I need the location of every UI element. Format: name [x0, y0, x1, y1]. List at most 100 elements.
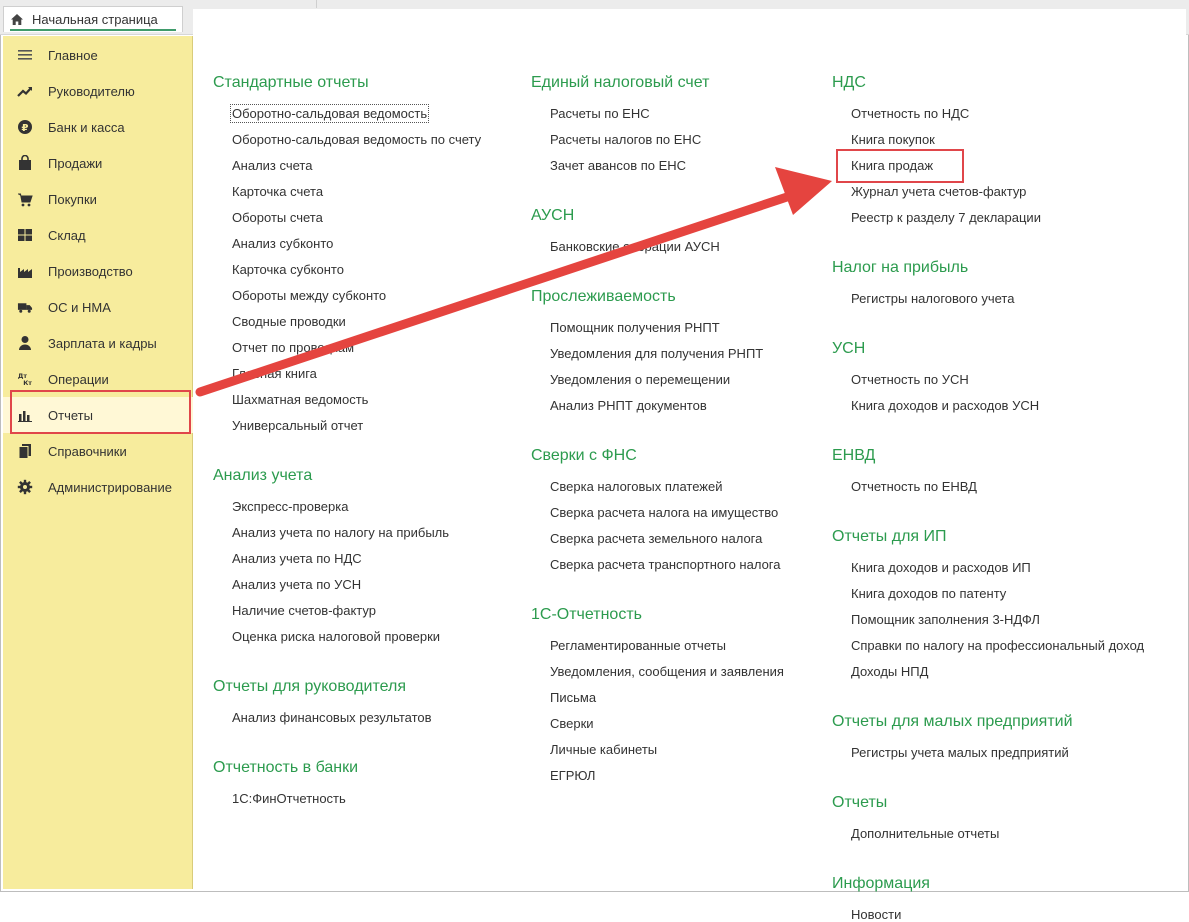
- section-title: Стандартные отчеты: [213, 74, 369, 91]
- home-tab[interactable]: Начальная страница: [3, 6, 183, 32]
- cart-icon: [17, 191, 33, 207]
- report-link[interactable]: Зачет авансов по ЕНС: [550, 158, 686, 173]
- report-link[interactable]: Письма: [550, 690, 596, 705]
- sidebar-item-1[interactable]: Руководителю: [3, 73, 193, 109]
- report-link[interactable]: Отчетность по НДС: [851, 106, 969, 121]
- sidebar-item-label: Покупки: [48, 192, 97, 207]
- report-link[interactable]: Анализ учета по УСН: [232, 577, 361, 592]
- report-link[interactable]: Книга доходов и расходов УСН: [851, 398, 1039, 413]
- section-title: АУСН: [531, 207, 575, 224]
- report-link[interactable]: Новости: [851, 907, 901, 922]
- report-link[interactable]: Личные кабинеты: [550, 742, 657, 757]
- report-link[interactable]: ЕГРЮЛ: [550, 768, 595, 783]
- report-link[interactable]: Уведомления о перемещении: [550, 372, 730, 387]
- report-link[interactable]: Анализ РНПТ документов: [550, 398, 707, 413]
- report-link[interactable]: Шахматная ведомость: [232, 392, 368, 407]
- sidebar-item-12[interactable]: Администрирование: [3, 469, 193, 505]
- report-link[interactable]: Анализ субконто: [232, 236, 333, 251]
- sidebar-item-label: Склад: [48, 228, 86, 243]
- report-link[interactable]: Анализ учета по НДС: [232, 551, 362, 566]
- report-link[interactable]: Книга покупок: [851, 132, 935, 147]
- truck-icon: [17, 299, 33, 315]
- report-link[interactable]: Книга продаж: [851, 158, 933, 173]
- report-link[interactable]: Универсальный отчет: [232, 418, 363, 433]
- sidebar-item-0[interactable]: Главное: [3, 37, 193, 73]
- report-link[interactable]: Сводные проводки: [232, 314, 346, 329]
- report-link[interactable]: Журнал учета счетов-фактур: [851, 184, 1026, 199]
- report-link[interactable]: Помощник заполнения 3-НДФЛ: [851, 612, 1040, 627]
- report-link[interactable]: Карточка субконто: [232, 262, 344, 277]
- report-link[interactable]: Дополнительные отчеты: [851, 826, 999, 841]
- report-link[interactable]: Расчеты налогов по ЕНС: [550, 132, 701, 147]
- report-link[interactable]: Сверка налоговых платежей: [550, 479, 723, 494]
- section-title: Отчеты для ИП: [832, 528, 947, 545]
- gear-icon: [17, 479, 33, 495]
- report-link[interactable]: Книга доходов по патенту: [851, 586, 1006, 601]
- reports-panel: Стандартные отчеты Оборотно-сальдовая вед…: [193, 9, 1186, 922]
- report-link[interactable]: Отчетность по УСН: [851, 372, 969, 387]
- report-link[interactable]: Книга доходов и расходов ИП: [851, 560, 1031, 575]
- report-link[interactable]: Экспресс-проверка: [232, 499, 348, 514]
- report-link[interactable]: Регламентированные отчеты: [550, 638, 726, 653]
- svg-text:₽: ₽: [22, 123, 29, 134]
- books-icon: [17, 443, 33, 459]
- sidebar-item-3[interactable]: Продажи: [3, 145, 193, 181]
- section-title: Прослеживаемость: [531, 288, 676, 305]
- sidebar-item-4[interactable]: Покупки: [3, 181, 193, 217]
- report-link[interactable]: Анализ счета: [232, 158, 312, 173]
- section-title: УСН: [832, 340, 866, 357]
- report-link[interactable]: Регистры налогового учета: [851, 291, 1014, 306]
- report-link[interactable]: Сверки: [550, 716, 594, 731]
- report-link[interactable]: Оценка риска налоговой проверки: [232, 629, 440, 644]
- sidebar-item-2[interactable]: ₽ Банк и касса: [3, 109, 193, 145]
- report-link[interactable]: Регистры учета малых предприятий: [851, 745, 1069, 760]
- sidebar-item-label: Зарплата и кадры: [48, 336, 157, 351]
- sidebar: Главное Руководителю ₽ Банк и касса Продажи П…: [3, 36, 193, 889]
- report-link[interactable]: Отчетность по ЕНВД: [851, 479, 977, 494]
- sidebar-item-label: Банк и касса: [48, 120, 125, 135]
- report-link[interactable]: Обороты между субконто: [232, 288, 386, 303]
- sidebar-item-7[interactable]: ОС и НМА: [3, 289, 193, 325]
- section-title: Отчеты для малых предприятий: [832, 713, 1073, 730]
- report-link[interactable]: Наличие счетов-фактур: [232, 603, 376, 618]
- report-link[interactable]: Сверка расчета земельного налога: [550, 531, 762, 546]
- ruble-coin-icon: ₽: [17, 119, 33, 135]
- report-link[interactable]: Сверка расчета транспортного налога: [550, 557, 780, 572]
- report-link[interactable]: Сверка расчета налога на имущество: [550, 505, 778, 520]
- divider: [316, 0, 317, 8]
- section-title: 1С-Отчетность: [531, 606, 642, 623]
- sidebar-item-9[interactable]: Дт Кт Операции: [3, 361, 193, 397]
- report-link[interactable]: Банковские операции АУСН: [550, 239, 720, 254]
- report-link[interactable]: Доходы НПД: [851, 664, 928, 679]
- sidebar-item-5[interactable]: Склад: [3, 217, 193, 253]
- report-link[interactable]: Главная книга: [232, 366, 317, 381]
- shopping-bag-icon: [17, 155, 33, 171]
- report-link[interactable]: Помощник получения РНПТ: [550, 320, 720, 335]
- active-tab-underline: [10, 29, 176, 31]
- section-title: Отчеты для руководителя: [213, 678, 406, 695]
- section-title: Отчеты: [832, 794, 888, 811]
- report-link[interactable]: Отчет по проводкам: [232, 340, 354, 355]
- report-link[interactable]: Анализ учета по налогу на прибыль: [232, 525, 449, 540]
- sidebar-item-label: Операции: [48, 372, 109, 387]
- report-link[interactable]: Уведомления для получения РНПТ: [550, 346, 763, 361]
- report-link[interactable]: Оборотно-сальдовая ведомость: [229, 104, 430, 123]
- trend-up-icon: [17, 83, 33, 99]
- report-link[interactable]: Справки по налогу на профессиональный до…: [851, 638, 1144, 653]
- report-link[interactable]: Карточка счета: [232, 184, 323, 199]
- report-link[interactable]: 1С:ФинОтчетность: [232, 791, 346, 806]
- sidebar-item-11[interactable]: Справочники: [3, 433, 193, 469]
- report-link[interactable]: Обороты счета: [232, 210, 323, 225]
- sidebar-item-6[interactable]: Производство: [3, 253, 193, 289]
- section-title: Налог на прибыль: [832, 259, 969, 276]
- report-link[interactable]: Уведомления, сообщения и заявления: [550, 664, 784, 679]
- sidebar-item-label: Производство: [48, 264, 133, 279]
- sidebar-item-10[interactable]: Отчеты: [3, 397, 193, 433]
- report-link[interactable]: Расчеты по ЕНС: [550, 106, 650, 121]
- sidebar-item-8[interactable]: Зарплата и кадры: [3, 325, 193, 361]
- sidebar-item-label: Справочники: [48, 444, 127, 459]
- report-link[interactable]: Анализ финансовых результатов: [232, 710, 432, 725]
- sidebar-item-label: Продажи: [48, 156, 103, 171]
- report-link[interactable]: Оборотно-сальдовая ведомость по счету: [232, 132, 481, 147]
- report-link[interactable]: Реестр к разделу 7 декларации: [851, 210, 1041, 225]
